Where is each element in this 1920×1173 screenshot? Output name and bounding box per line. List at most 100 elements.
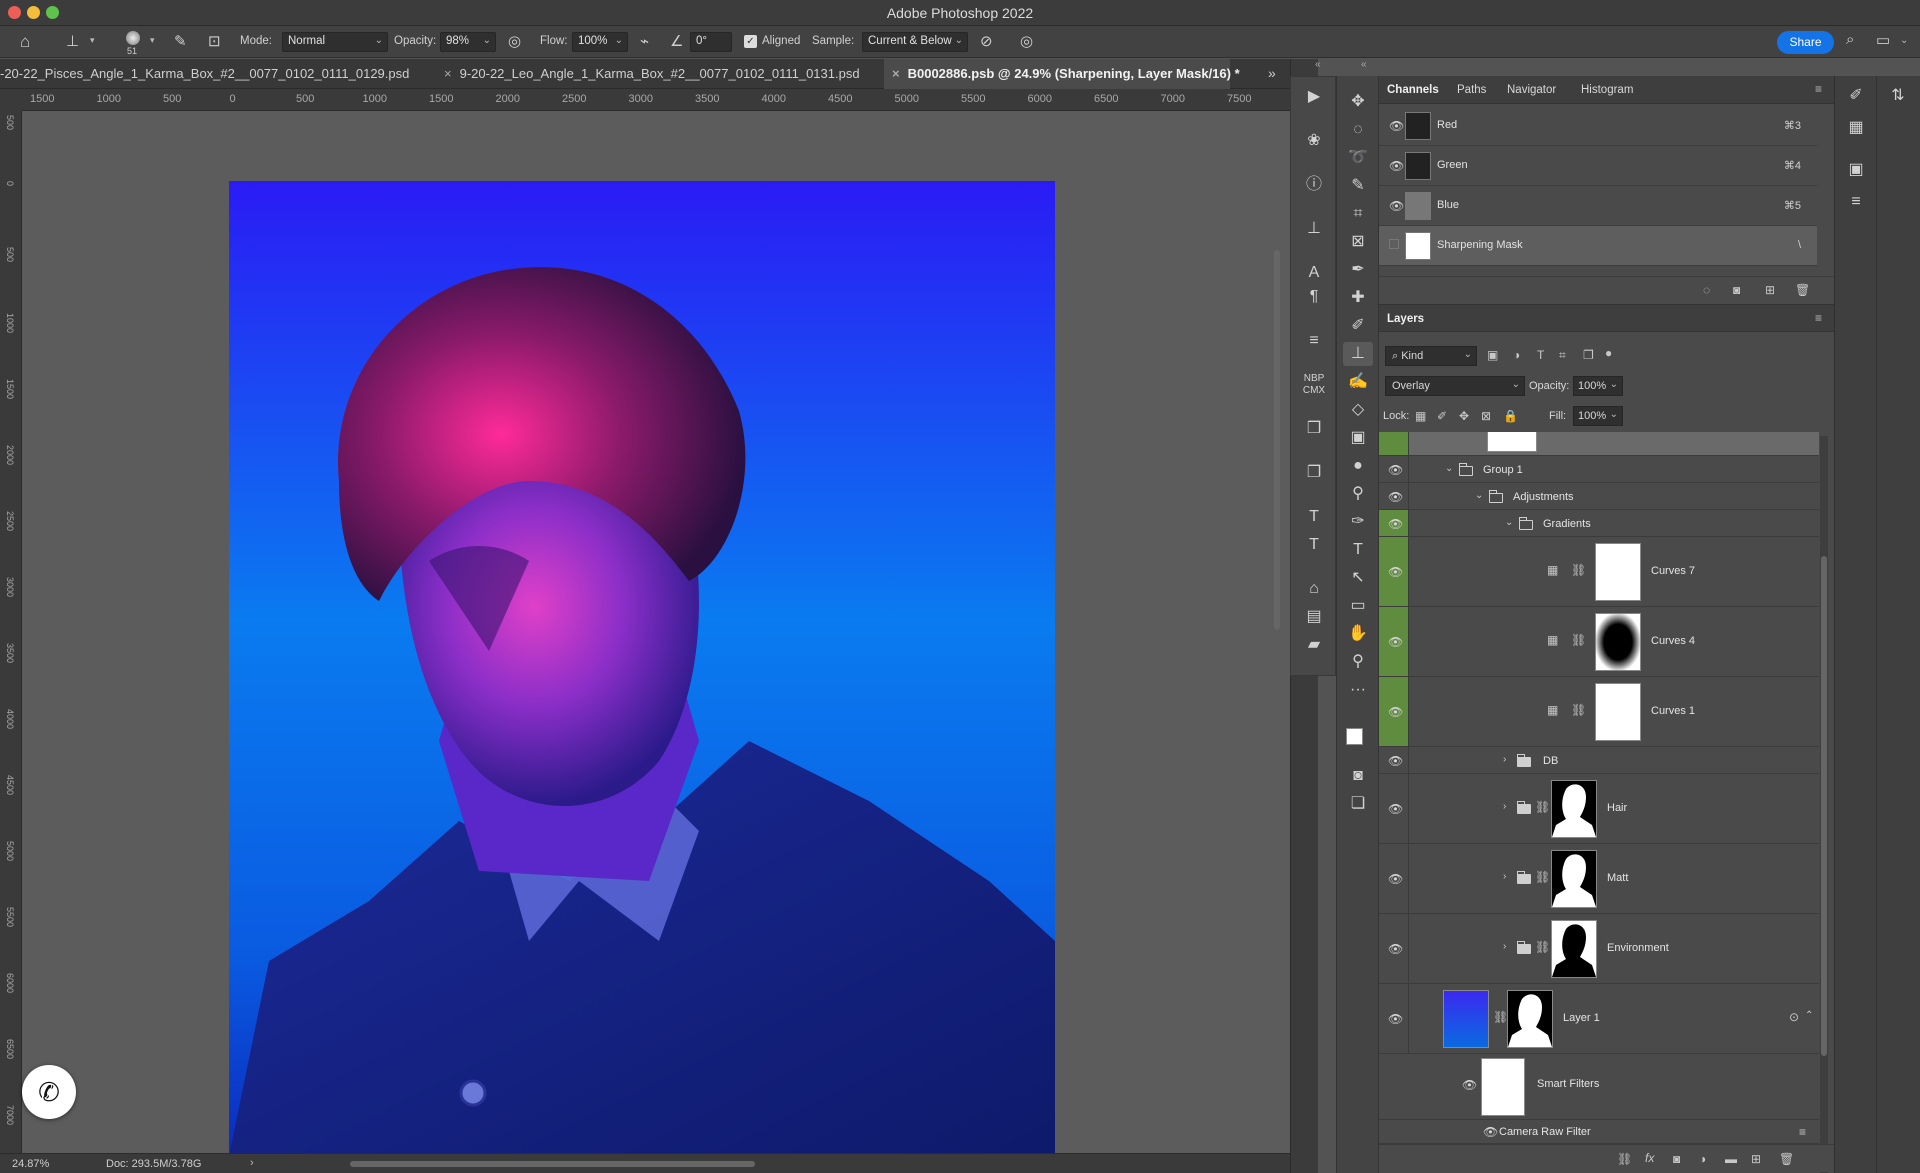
angle-field[interactable]: 0° — [690, 32, 732, 52]
info-icon[interactable]: ⓘ — [1299, 173, 1329, 197]
zoom-level[interactable]: 24.87% — [12, 1158, 49, 1170]
dodge-tool-icon[interactable]: ⚲ — [1343, 482, 1373, 506]
properties-panel-icon[interactable]: ≡ — [1841, 190, 1871, 214]
search-icon[interactable]: ⌕ — [1846, 31, 1854, 48]
lasso-tool-icon[interactable]: ➰ — [1343, 146, 1373, 170]
tool-preset-chevron-icon[interactable]: ▾ — [90, 35, 95, 46]
tab-histogram[interactable]: Histogram — [1581, 84, 1633, 96]
collapse-icon[interactable]: « — [1361, 59, 1367, 70]
healing-brush-icon[interactable]: ✚ — [1343, 286, 1373, 310]
hand-tool-icon[interactable]: ✋ — [1343, 622, 1373, 646]
quick-select-icon[interactable]: ✎ — [1343, 174, 1373, 198]
crop-tool-icon[interactable]: ⌗ — [1343, 202, 1373, 226]
visibility-eye-icon[interactable]: 👁 — [1388, 490, 1403, 504]
pressure-size-icon[interactable]: ◎ — [1020, 32, 1033, 50]
layer-row-curves7[interactable]: 👁 ▦ ⛓ Curves 7 — [1379, 537, 1819, 607]
collapse-effects-icon[interactable]: ⌃ — [1805, 1010, 1813, 1021]
history-brush-icon[interactable]: ✍ — [1343, 370, 1373, 394]
link-icon[interactable]: ⛓ — [1535, 870, 1550, 884]
visibility-eye-icon[interactable]: 👁 — [1388, 754, 1403, 768]
visibility-eye-icon[interactable]: 👁 — [1389, 199, 1404, 213]
collapse-chevron-icon[interactable]: › — [1503, 941, 1506, 952]
link-icon[interactable]: ⛓ — [1535, 800, 1550, 814]
expand-chevron-icon[interactable]: ⌄ — [1475, 490, 1483, 501]
expand-chevron-icon[interactable]: ⌄ — [1505, 517, 1513, 528]
doc-tab-pisces[interactable]: -20-22_Pisces_Angle_1_Karma_Box_#2__0077… — [0, 59, 436, 89]
doc-tab-b0002886[interactable]: × B0002886.psb @ 24.9% (Sharpening, Layer… — [884, 59, 1240, 89]
opacity-field[interactable]: 98% ⌄ — [440, 32, 496, 52]
link-icon[interactable]: ⛓ — [1535, 940, 1550, 954]
filter-smart-object-icon[interactable]: ❐ — [1583, 348, 1594, 362]
collapse-icon[interactable]: « — [1315, 59, 1321, 70]
new-layer-icon[interactable]: ⊞ — [1751, 1152, 1761, 1166]
airbrush-icon[interactable]: ⌁ — [640, 32, 649, 50]
play-icon[interactable]: ▶ — [1299, 85, 1329, 109]
filter-adjustment-icon[interactable]: ◑ — [1513, 348, 1520, 362]
path-select-icon[interactable]: ↖ — [1343, 566, 1373, 590]
nbp-cmx-icon[interactable]: NBP CMX — [1299, 373, 1329, 397]
channel-row-green[interactable]: 👁 Green ⌘4 — [1379, 146, 1817, 186]
move-tool-icon[interactable]: ✥ — [1343, 90, 1373, 114]
brush-settings-icon[interactable]: ✎ — [174, 32, 187, 50]
collapse-chevron-icon[interactable]: › — [1503, 754, 1506, 765]
visibility-eye-icon[interactable]: 👁 — [1483, 1125, 1498, 1139]
layer-row-hair[interactable]: 👁 › ⛓ Hair — [1379, 774, 1819, 844]
type-tool-icon[interactable]: T — [1299, 505, 1329, 529]
plugin-icon[interactable]: ❐ — [1299, 461, 1329, 485]
tab-navigator[interactable]: Navigator — [1507, 84, 1556, 96]
filter-options-icon[interactable]: ≡ — [1799, 1125, 1806, 1139]
swatches-panel-icon[interactable]: ▦ — [1841, 116, 1871, 140]
collapse-chevron-icon[interactable]: › — [1503, 801, 1506, 812]
paragraph-icon[interactable]: ¶ — [1299, 285, 1329, 309]
filter-toggle-icon[interactable]: ● — [1605, 346, 1612, 360]
pressure-opacity-icon[interactable]: ◎ — [508, 32, 521, 50]
filter-type-icon[interactable]: T — [1537, 348, 1544, 362]
tab-overflow-icon[interactable]: » — [1268, 65, 1276, 81]
new-group-icon[interactable]: ▬ — [1725, 1152, 1737, 1166]
link-icon[interactable]: ⛓ — [1571, 633, 1586, 647]
visibility-eye-icon[interactable]: 👁 — [1388, 517, 1403, 531]
comment-icon[interactable]: ▰ — [1299, 633, 1329, 657]
visibility-eye-icon[interactable]: 👁 — [1388, 565, 1403, 579]
frame-tool-icon[interactable]: ⊠ — [1343, 230, 1373, 254]
layer-row-curves1[interactable]: 👁 ▦ ⛓ Curves 1 — [1379, 677, 1819, 747]
visibility-toggle[interactable] — [1389, 239, 1399, 249]
layer-opacity-field[interactable]: 100% ⌄ — [1573, 376, 1623, 396]
status-menu-chevron-icon[interactable]: › — [250, 1157, 254, 1169]
eraser-icon[interactable]: ◇ — [1343, 398, 1373, 422]
screen-mode-icon[interactable]: ❏ — [1343, 792, 1373, 816]
pen-tool-icon[interactable]: ✑ — [1343, 510, 1373, 534]
ignore-adjustment-icon[interactable]: ⊘ — [980, 32, 993, 50]
link-layers-icon[interactable]: ⛓ — [1617, 1152, 1632, 1166]
workspace-icon[interactable]: ▭ — [1876, 31, 1890, 49]
clone-stamp-tool-icon[interactable]: ⊥ — [66, 32, 79, 50]
link-icon[interactable]: ⛓ — [1493, 1010, 1508, 1024]
plugin-icon[interactable]: ❒ — [1299, 417, 1329, 441]
delete-layer-icon[interactable]: 🗑 — [1779, 1152, 1794, 1166]
glyph-icon[interactable]: ⌂ — [1299, 577, 1329, 601]
flow-field[interactable]: 100% ⌄ — [572, 32, 628, 52]
zoom-tool-icon[interactable]: ⚲ — [1343, 650, 1373, 674]
layer-mask-thumbnail[interactable] — [1551, 850, 1597, 908]
vertical-ruler[interactable]: 500 0 500 1000 1500 2000 2500 3000 3500 4000 4500 5… — [0, 111, 22, 1153]
layer-row-camera-raw[interactable]: 👁 Camera Raw Filter ≡ — [1379, 1120, 1819, 1144]
collapse-chevron-icon[interactable]: › — [1503, 871, 1506, 882]
layer-row-smart-filters[interactable]: 👁 Smart Filters — [1379, 1054, 1819, 1120]
clone-stamp-tool-icon[interactable]: ⊥ — [1343, 342, 1373, 366]
layer-mask-thumbnail[interactable] — [1551, 920, 1597, 978]
filter-pixel-icon[interactable]: ▣ — [1487, 348, 1498, 362]
delete-channel-icon[interactable]: 🗑 — [1795, 283, 1810, 297]
adjustments-icon[interactable]: ≡ — [1299, 329, 1329, 353]
type-tool-icon[interactable]: T — [1343, 538, 1373, 562]
horizontal-scrollbar[interactable] — [350, 1161, 755, 1167]
more-tools-icon[interactable]: ··· — [1343, 678, 1373, 702]
tab-channels[interactable]: Channels — [1387, 84, 1439, 96]
tab-paths[interactable]: Paths — [1457, 84, 1486, 96]
brush-settings-panel-icon[interactable]: ✐ — [1841, 84, 1871, 108]
link-icon[interactable]: ⛓ — [1571, 563, 1586, 577]
clone-source-panel-icon[interactable]: ⊥ — [1299, 217, 1329, 241]
aligned-checkbox[interactable]: ✓ — [744, 35, 757, 48]
visibility-eye-icon[interactable]: 👁 — [1388, 1012, 1403, 1026]
visibility-eye-icon[interactable]: 👁 — [1388, 872, 1403, 886]
visibility-eye-icon[interactable]: 👁 — [1389, 159, 1404, 173]
